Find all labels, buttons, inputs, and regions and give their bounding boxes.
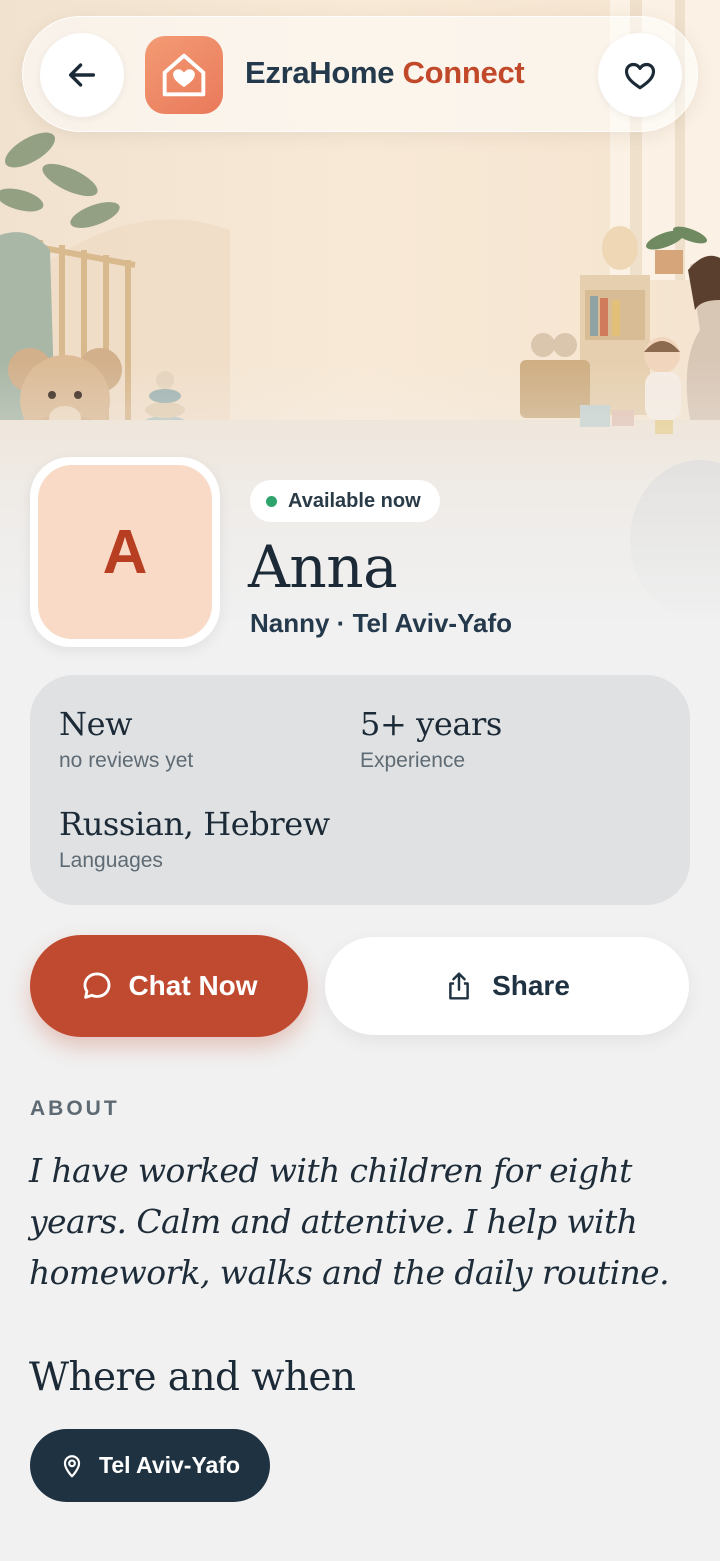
stat-languages-label: Languages [59,849,163,872]
favorite-button[interactable] [598,33,682,117]
location-chip[interactable]: Tel Aviv-Yafo [30,1429,271,1502]
share-label: Share [492,970,570,1001]
share-icon [449,972,469,1000]
status-dot [266,495,277,507]
app-logo [145,36,223,114]
status-badge: Available now [250,480,440,522]
stat-rating-value: New [59,705,133,743]
stat-languages-value: Russian, Hebrew [59,805,330,843]
stat-rating-label: no reviews yet [59,749,194,772]
profile-name: Anna [248,533,398,601]
location-chip-label: Tel Aviv-Yafo [99,1452,241,1478]
status-text: Available now [288,489,421,512]
arrow-left-icon [68,63,96,87]
brand-name: EzraHome [245,55,395,90]
chat-now-label: Chat Now [128,970,258,1001]
back-button[interactable] [40,33,124,117]
share-button[interactable]: Share [325,937,689,1035]
where-when-heading: Where and when [29,1355,356,1400]
avatar-initial: A [38,465,212,639]
stats-card: New no reviews yet 5+ years Experience R… [30,675,690,905]
chat-bubble-icon [83,972,111,999]
heart-outline-icon [624,62,656,90]
stat-rating: New no reviews yet [59,705,193,773]
stat-experience-label: Experience [360,749,466,772]
about-text: I have worked with children for eight ye… [29,1151,670,1292]
stat-languages: Russian, Hebrew Languages [59,805,330,873]
about-heading: ABOUT [30,1097,120,1120]
top-bar: EzraHome Connect [22,16,698,132]
stat-experience: 5+ years Experience [360,705,502,773]
chat-now-button[interactable]: Chat Now [30,935,308,1037]
stat-experience-value: 5+ years [360,705,502,743]
brand-accent: Connect [402,55,525,90]
map-pin-icon [63,1454,81,1477]
profile-role-location: Nanny · Tel Aviv-Yafo [250,608,512,638]
app-title: EzraHome Connect [245,55,525,91]
home-heart-icon [162,53,206,97]
avatar: A [30,457,220,647]
